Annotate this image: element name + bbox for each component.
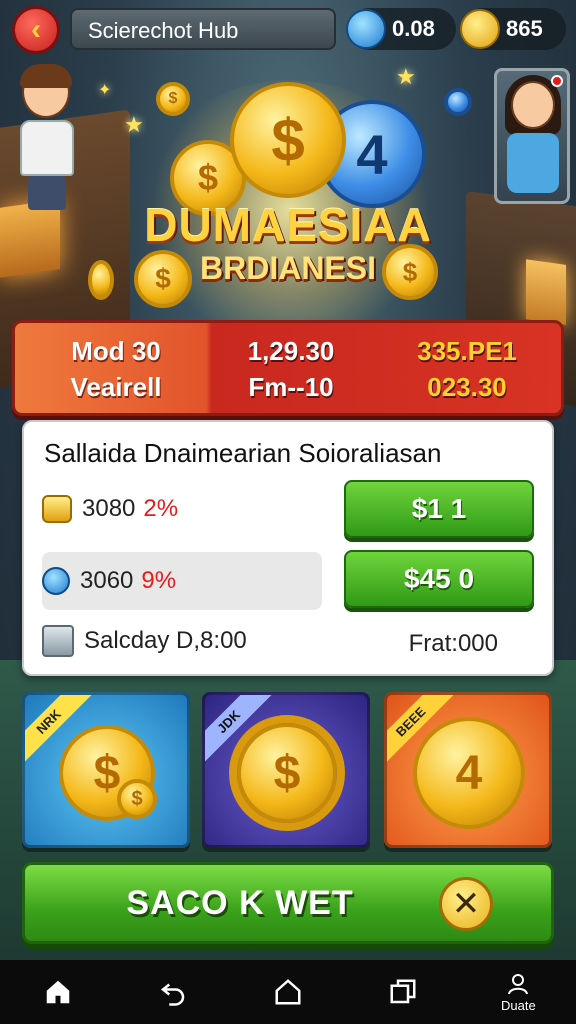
- avatar-hair: [20, 64, 72, 88]
- nav-back[interactable]: [143, 964, 203, 1020]
- sparkle-icon: ✦: [98, 82, 112, 99]
- pack-coin-symbol: 4: [455, 746, 483, 800]
- coin-pack-3[interactable]: BEEE 4: [384, 692, 552, 848]
- pack-coin-symbol: $: [93, 746, 121, 800]
- hero-banner: ★ ★ ✦ $ $ 4 $ $ $ DUMAESIAA BRDIANESI: [0, 60, 576, 340]
- nav-home[interactable]: [28, 964, 88, 1020]
- blue-coin-icon: [42, 567, 70, 595]
- small-gold-coin: $: [117, 779, 157, 819]
- nav-house[interactable]: [258, 964, 318, 1020]
- footer-right-text: Frat:000: [408, 630, 498, 657]
- notification-dot: [551, 75, 563, 87]
- gold-coin-icon: [460, 9, 500, 49]
- star-icon: ★: [396, 64, 416, 89]
- coin-pack-2[interactable]: JDK $: [202, 692, 370, 848]
- panel-title: Sallaida Dnaimearian Soioraliasan: [44, 438, 442, 468]
- nav-recent[interactable]: [373, 964, 433, 1020]
- small-blue-coin: [444, 88, 472, 116]
- hero-subtitle: BRDIANESI: [199, 250, 376, 286]
- gold-bar-icon: [42, 495, 72, 523]
- house-outline-icon: [275, 979, 301, 1005]
- close-icon[interactable]: ✕: [439, 877, 493, 931]
- blue-coin-symbol: 4: [356, 122, 388, 186]
- footer-left-text: Salcday D,8:00: [84, 627, 247, 654]
- cash-stack-icon: [42, 625, 74, 657]
- character-avatar-left: [10, 64, 84, 214]
- nav-profile[interactable]: Duate: [488, 964, 548, 1020]
- system-nav-bar: Duate: [0, 960, 576, 1024]
- offer-row-gem: 3060 9%: [42, 552, 322, 610]
- back-button[interactable]: ‹: [12, 6, 60, 54]
- hero-title: DUMAESIAA: [144, 199, 432, 251]
- main-action-button[interactable]: SACO K WET ✕: [22, 862, 554, 944]
- gem-counter[interactable]: 0.08: [346, 8, 456, 50]
- avatar-head: [511, 81, 555, 129]
- gold-counter[interactable]: 865: [460, 8, 566, 50]
- hub-title: Scierechot Hub: [70, 8, 336, 50]
- stat-center-line2: Fm--10: [248, 372, 334, 402]
- big-gold-coin: $: [230, 82, 346, 198]
- chevron-left-icon: ‹: [31, 13, 41, 46]
- stat-mode-line1: Mod 30: [71, 336, 161, 366]
- recent-apps-icon: [390, 979, 416, 1004]
- offer-footer-row: Salcday D,8:00: [42, 612, 322, 670]
- pack-coin-symbol: $: [273, 746, 301, 800]
- profile-avatar[interactable]: [494, 68, 570, 204]
- offer-percent: 2%: [143, 495, 179, 522]
- stat-right-line1: 335.PE1: [417, 336, 517, 366]
- stat-right: 335.PE1 023.30: [377, 333, 557, 405]
- buy-button-label: $45 0: [403, 563, 475, 594]
- gold-coin-edge: [88, 260, 114, 300]
- gold-value: 865: [506, 16, 543, 41]
- hub-title-text: Scierechot Hub: [88, 18, 239, 43]
- big-gold-coin: 4: [413, 717, 525, 829]
- gem-icon: [346, 9, 386, 49]
- gem-value: 0.08: [392, 16, 435, 41]
- home-icon: [46, 980, 69, 1004]
- avatar-body: [507, 133, 559, 193]
- stats-bar: Mod 30 Veairell 1,29.30 Fm--10 335.PE1 0…: [12, 320, 564, 416]
- buy-button-label: $1 1: [411, 493, 467, 524]
- nav-profile-label: Duate: [500, 997, 536, 1013]
- offer-amount: 3060: [80, 567, 134, 594]
- small-gold-coin: $: [156, 82, 190, 116]
- offer-percent: 9%: [141, 567, 177, 594]
- stat-mode-line2: Veairell: [70, 372, 162, 402]
- buy-button-1[interactable]: $1 1: [344, 480, 534, 538]
- close-symbol: ✕: [451, 885, 481, 923]
- stat-right-line2: 023.30: [427, 372, 507, 402]
- coin-pack-1[interactable]: NRK $ $: [22, 692, 190, 848]
- big-coin-symbol: $: [271, 106, 305, 174]
- gear-gold-coin: $: [237, 723, 337, 823]
- offer-amount: 3080: [82, 495, 136, 522]
- action-label: SACO K WET: [126, 883, 354, 922]
- avatar-body: [20, 120, 74, 176]
- offer-panel: Sallaida Dnaimearian Soioraliasan 3080 2…: [22, 420, 554, 676]
- stat-center: 1,29.30 Fm--10: [211, 333, 371, 405]
- back-arrow-icon: [160, 983, 184, 1006]
- stat-mode: Mod 30 Veairell: [31, 333, 201, 405]
- profile-icon: [508, 973, 529, 994]
- star-icon: ★: [124, 112, 144, 137]
- stat-center-line1: 1,29.30: [247, 336, 335, 366]
- avatar-legs: [28, 176, 66, 210]
- offer-row-gold: 3080 2%: [42, 480, 322, 538]
- top-bar: ‹ Scierechot Hub 0.08 865: [0, 0, 576, 58]
- buy-button-2[interactable]: $45 0: [344, 550, 534, 608]
